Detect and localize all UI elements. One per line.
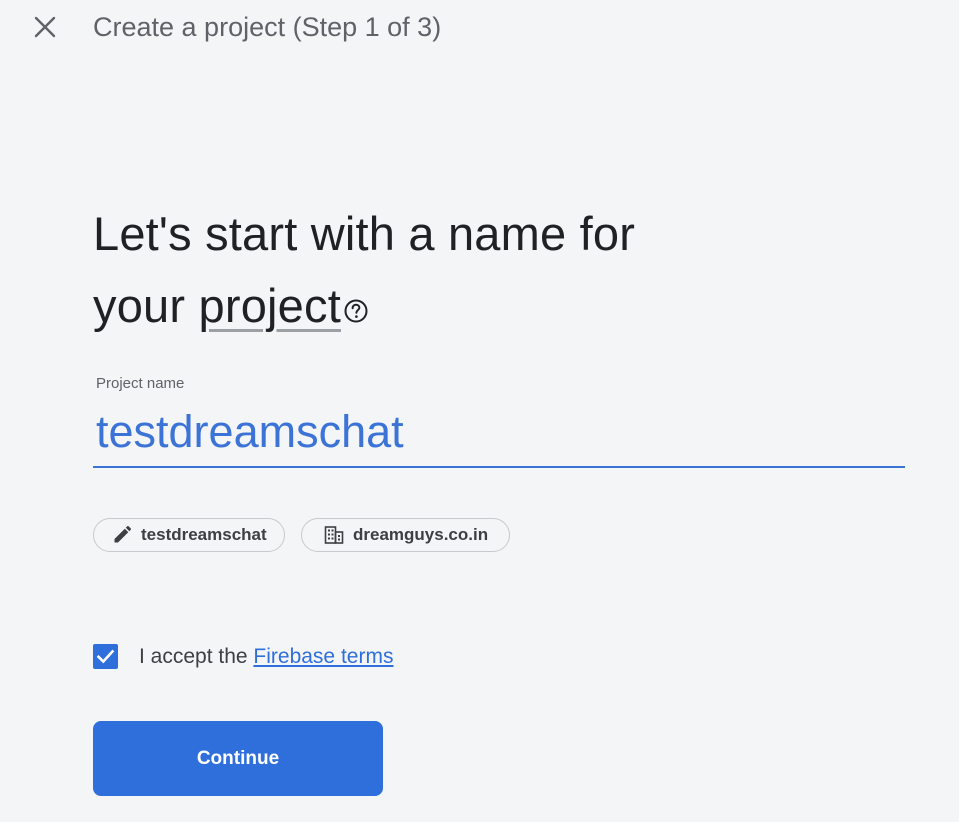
close-icon <box>34 16 56 38</box>
heading-line-2: your project <box>93 270 813 342</box>
firebase-terms-link[interactable]: Firebase terms <box>253 645 393 668</box>
project-name-label: Project name <box>96 375 185 392</box>
building-icon <box>324 525 344 545</box>
project-name-input[interactable] <box>93 398 905 468</box>
heading-prefix: your <box>93 279 199 332</box>
heading: Let's start with a name for your project <box>93 198 813 342</box>
accept-terms-checkbox[interactable] <box>93 644 118 669</box>
page-title: Create a project (Step 1 of 3) <box>93 12 442 42</box>
organization-chip[interactable]: dreamguys.co.in <box>301 518 510 552</box>
continue-button[interactable]: Continue <box>93 721 383 796</box>
project-term-tooltip[interactable]: project <box>199 279 341 332</box>
checkmark-icon <box>96 649 115 664</box>
heading-line-1: Let's start with a name for <box>93 207 636 260</box>
close-button[interactable] <box>30 12 60 42</box>
pencil-icon <box>112 525 132 545</box>
accept-terms-prefix: I accept the <box>139 645 254 668</box>
help-circle-icon <box>343 272 369 323</box>
project-id-chip[interactable]: testdreamschat <box>93 518 285 552</box>
accept-terms-text: I accept the Firebase terms <box>139 644 393 669</box>
organization-chip-label: dreamguys.co.in <box>353 525 489 544</box>
project-id-chip-label: testdreamschat <box>141 525 267 544</box>
